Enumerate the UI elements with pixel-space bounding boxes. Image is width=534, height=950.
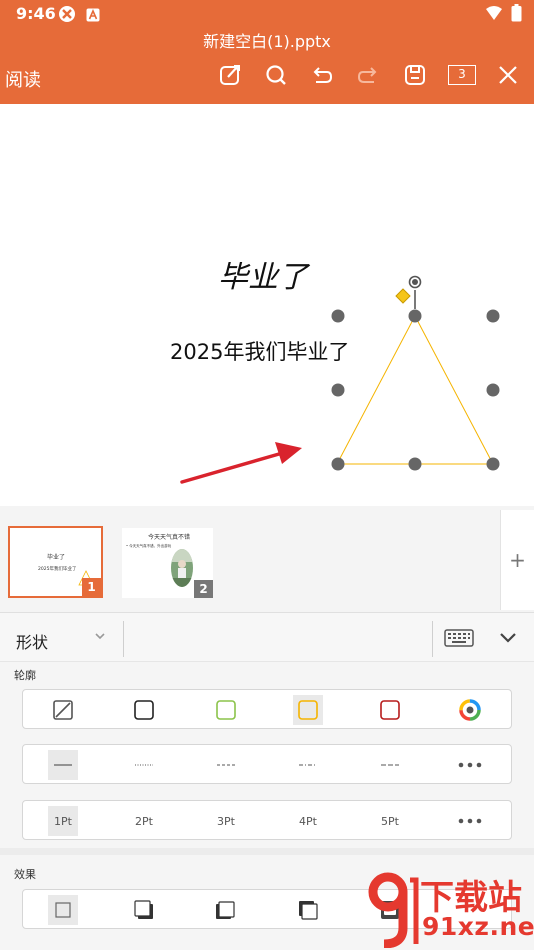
divider	[432, 621, 433, 657]
rotation-handle[interactable]	[408, 275, 422, 310]
solid-line-option[interactable]	[48, 750, 78, 780]
chevron-down-icon[interactable]	[94, 631, 106, 641]
yellow-outline-option[interactable]	[293, 695, 323, 725]
watermark-text-en: 91xz.net	[422, 912, 534, 941]
dash-line-option[interactable]	[211, 750, 241, 780]
long-dash-line-option[interactable]	[375, 750, 405, 780]
read-mode-button[interactable]: 阅读	[5, 66, 41, 92]
outline-color-row	[22, 689, 512, 729]
red-outline-option[interactable]	[375, 695, 405, 725]
panel-category-bar: 形状	[0, 612, 534, 662]
a-notification-icon	[86, 7, 100, 26]
collapse-panel-icon[interactable]	[499, 631, 517, 645]
more-options-icon[interactable]	[455, 750, 485, 780]
weight-option-1pt[interactable]: 1Pt	[48, 806, 78, 836]
category-selector[interactable]: 形状	[16, 629, 48, 653]
thumb-title: 毕业了	[47, 554, 66, 561]
dash-dot-line-option[interactable]	[293, 750, 323, 780]
thumb-bullet: • 今天天气真不错，外出游玩	[126, 544, 172, 548]
document-title: 新建空白(1).pptx	[203, 32, 331, 51]
search-icon[interactable]	[261, 60, 291, 90]
slide-thumbnail-1[interactable]: 毕业了 2025年我们毕业了 1	[8, 526, 103, 598]
weight-option-5pt[interactable]: 5Pt	[375, 806, 405, 836]
status-icons-left	[58, 5, 100, 27]
triangle-shape[interactable]	[336, 314, 494, 465]
weight-option-3pt[interactable]: 3Pt	[211, 806, 241, 836]
app-header: 9:46 新建空白(1).pptx 阅读 3	[0, 0, 534, 104]
shape-overlay	[180, 275, 500, 484]
line-style-row	[22, 744, 512, 784]
thumb-title: 今天天气真不错	[148, 534, 191, 541]
battery-icon	[511, 4, 522, 26]
close-icon[interactable]	[493, 60, 523, 90]
slide-canvas[interactable]: 毕业了 2025年我们毕业了	[0, 104, 534, 506]
section-separator	[0, 848, 534, 855]
redo-icon[interactable]	[353, 60, 383, 90]
thumb-number: 1	[82, 578, 101, 596]
header-toolbar: 3	[210, 60, 530, 90]
more-options-icon[interactable]	[455, 806, 485, 836]
undo-icon[interactable]	[307, 60, 337, 90]
site-watermark: 下载站 91xz.net	[362, 868, 534, 950]
page-count-badge[interactable]: 3	[448, 65, 476, 85]
add-slide-button[interactable]: +	[500, 510, 534, 610]
no-effect-option[interactable]	[48, 895, 78, 925]
thumb-photo-image	[171, 549, 193, 587]
app-notification-icon	[58, 5, 76, 27]
status-time: 9:46	[16, 4, 56, 23]
adjust-handle[interactable]	[395, 288, 411, 304]
wifi-icon	[485, 5, 503, 25]
annotation-arrow	[180, 442, 302, 484]
watermark-logo-icon	[368, 872, 419, 948]
weight-option-4pt[interactable]: 4Pt	[293, 806, 323, 836]
outline-section-label: 轮廓	[14, 669, 36, 682]
line-weight-row: 1Pt 2Pt 3Pt 4Pt 5Pt	[22, 800, 512, 840]
shadow-left-option[interactable]	[211, 895, 241, 925]
color-picker-icon[interactable]	[455, 695, 485, 725]
no-outline-option[interactable]	[48, 695, 78, 725]
shadow-top-left-option[interactable]	[293, 895, 323, 925]
save-icon[interactable]	[400, 60, 430, 90]
thumb-number: 2	[194, 580, 213, 598]
thumb-subtitle: 2025年我们毕业了	[38, 567, 77, 572]
edit-icon[interactable]	[215, 60, 245, 90]
selection-handles[interactable]	[331, 309, 500, 471]
app-root: 9:46 新建空白(1).pptx 阅读 3 毕业了 2025年我们毕业了 毕业…	[0, 0, 534, 950]
green-outline-option[interactable]	[211, 695, 241, 725]
divider	[123, 621, 124, 657]
weight-option-2pt[interactable]: 2Pt	[129, 806, 159, 836]
black-outline-option[interactable]	[129, 695, 159, 725]
effects-section-label: 效果	[14, 868, 36, 881]
keyboard-icon[interactable]	[444, 629, 474, 647]
slide-thumbnail-2[interactable]: 今天天气真不错 • 今天天气真不错，外出游玩 2	[122, 528, 213, 598]
status-icons-right	[485, 4, 522, 26]
shadow-bottom-right-option[interactable]	[129, 895, 159, 925]
slide-thumbnail-strip: 毕业了 2025年我们毕业了 1 今天天气真不错 • 今天天气真不错，外出游玩 …	[0, 510, 534, 610]
dotted-line-option[interactable]	[129, 750, 159, 780]
